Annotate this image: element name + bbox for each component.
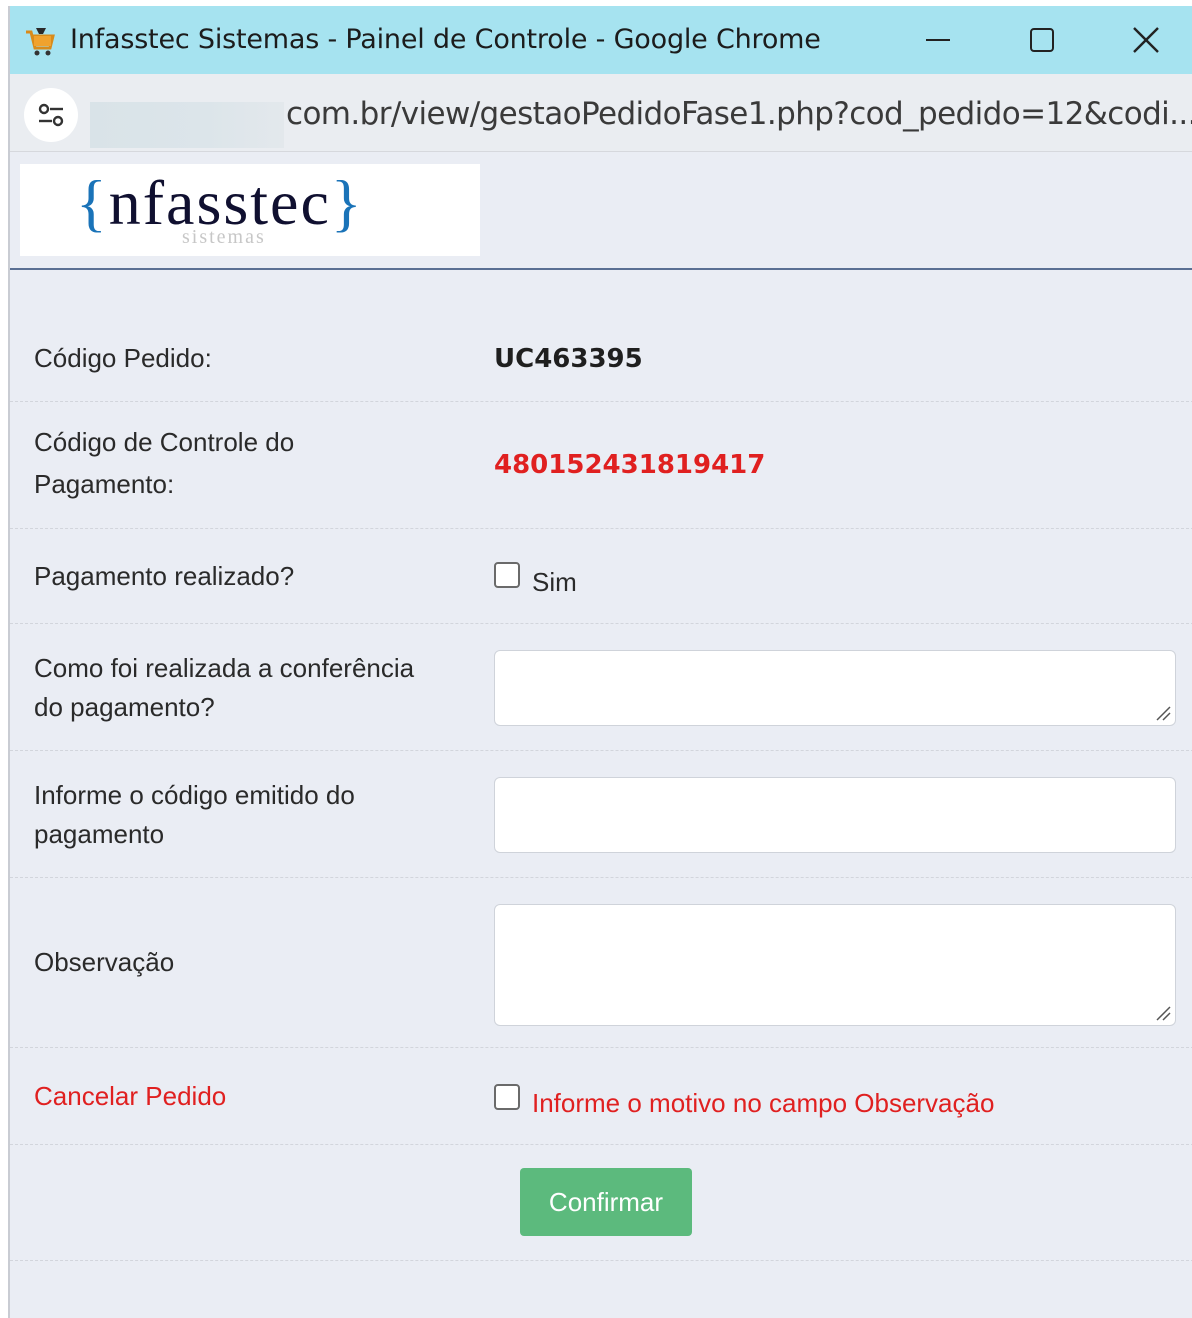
observacao-label: Observação — [34, 947, 175, 977]
codigo-emitido-input[interactable] — [494, 777, 1176, 853]
browser-window: Infasstec Sistemas - Painel de Controle … — [8, 6, 1192, 1318]
conferencia-textarea[interactable] — [494, 650, 1176, 726]
logo: {nfasstec} sistemas — [20, 164, 480, 256]
cancelar-hint[interactable]: Informe o motivo no campo Observação — [532, 1088, 994, 1119]
resize-handle-icon[interactable] — [1153, 703, 1171, 721]
conferencia-label-line1: Como foi realizada a conferência — [34, 653, 415, 683]
minimize-icon — [926, 39, 950, 41]
row-conferencia: Como foi realizada a conferência do paga… — [10, 624, 1192, 751]
tune-icon — [38, 103, 64, 127]
conferencia-label-line2: do pagamento? — [34, 692, 215, 722]
codigo-pedido-label: Código Pedido: — [34, 343, 212, 373]
row-cancelar-pedido: Cancelar Pedido Informe o motivo no camp… — [10, 1048, 1192, 1145]
row-observacao: Observação — [10, 878, 1192, 1048]
logo-subtitle: sistemas — [182, 226, 266, 248]
confirm-button[interactable]: Confirmar — [520, 1168, 692, 1236]
resize-handle-icon[interactable] — [1153, 1003, 1171, 1021]
pagamento-label: Pagamento realizado? — [34, 561, 295, 591]
row-actions: Confirmar — [10, 1145, 1192, 1261]
window-title: Infasstec Sistemas - Painel de Controle … — [70, 24, 821, 55]
observacao-textarea[interactable] — [494, 904, 1176, 1026]
close-button[interactable] — [1124, 20, 1168, 60]
redacted-domain — [90, 102, 284, 148]
pagamento-option-label[interactable]: Sim — [532, 567, 577, 598]
pagamento-checkbox[interactable] — [494, 562, 520, 588]
maximize-icon — [1030, 28, 1054, 52]
codigo-emitido-label-line2: pagamento — [34, 819, 165, 849]
row-codigo-pedido: Código Pedido: UC463395 — [10, 296, 1192, 402]
url-text[interactable]: com.br/view/gestaoPedidoFase1.php?cod_pe… — [286, 96, 1192, 132]
address-bar: com.br/view/gestaoPedidoFase1.php?cod_pe… — [10, 74, 1192, 152]
row-pagamento-realizado: Pagamento realizado? Sim — [10, 529, 1192, 624]
site-info-button[interactable] — [24, 88, 78, 142]
codigo-pedido-value: UC463395 — [494, 344, 643, 374]
controle-label-line1: Código de Controle do — [34, 427, 295, 457]
controle-label-line2: Pagamento: — [34, 469, 175, 499]
row-codigo-controle: Código de Controle do Pagamento: 4801524… — [10, 402, 1192, 529]
row-codigo-emitido: Informe o código emitido do pagamento — [10, 751, 1192, 878]
title-bar: Infasstec Sistemas - Painel de Controle … — [10, 6, 1192, 74]
controle-value: 480152431819417 — [494, 450, 766, 480]
close-icon — [1133, 27, 1159, 53]
cart-icon — [26, 28, 55, 56]
minimize-button[interactable] — [916, 20, 960, 60]
maximize-button[interactable] — [1020, 20, 1064, 60]
cancelar-checkbox[interactable] — [494, 1084, 520, 1110]
payment-form: Código Pedido: UC463395 Código de Contro… — [10, 296, 1192, 1261]
page-header: {nfasstec} sistemas — [10, 152, 1192, 270]
cancelar-label: Cancelar Pedido — [34, 1081, 227, 1111]
codigo-emitido-label-line1: Informe o código emitido do — [34, 780, 355, 810]
